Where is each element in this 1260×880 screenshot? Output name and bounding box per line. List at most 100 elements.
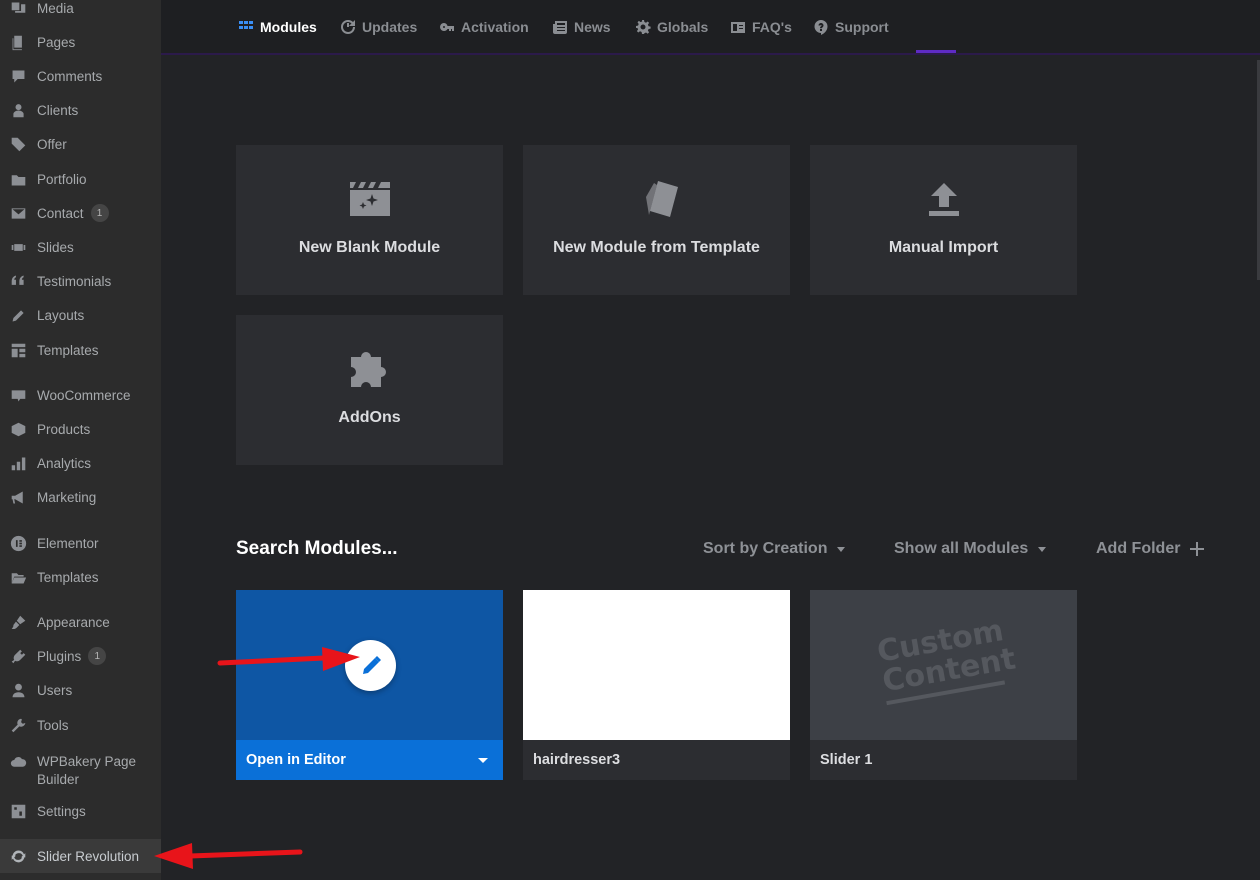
- module-card[interactable]: Custom Content Slider 1: [810, 590, 1077, 780]
- sidebar-item-analytics[interactable]: Analytics: [0, 448, 161, 478]
- sidebar-item-slider-revolution[interactable]: Slider Revolution: [0, 839, 161, 873]
- woocommerce-icon: [9, 386, 28, 405]
- puzzle-icon: [347, 349, 393, 389]
- key-icon: [440, 22, 454, 31]
- tab-globals[interactable]: Globals: [635, 0, 708, 53]
- sidebar-item-layouts[interactable]: Layouts: [0, 300, 161, 330]
- sidebar-item-clients[interactable]: Clients: [0, 95, 161, 125]
- edit-module-button[interactable]: [345, 640, 396, 691]
- module-card[interactable]: hairdresser3: [523, 590, 790, 780]
- faq-icon: [731, 21, 745, 33]
- sidebar-item-woocommerce[interactable]: WooCommerce: [0, 380, 161, 410]
- chevron-down-icon: [837, 546, 846, 552]
- chevron-down-icon[interactable]: [478, 758, 488, 763]
- new-module-from-template-card[interactable]: New Module from Template: [523, 145, 790, 295]
- tag-icon: [9, 135, 28, 154]
- module-title[interactable]: Slider 1: [810, 740, 1077, 780]
- tab-updates[interactable]: Updates: [340, 0, 417, 53]
- refresh-icon: [9, 847, 28, 866]
- module-card[interactable]: Open in Editor: [236, 590, 503, 780]
- sidebar-item-comments[interactable]: Comments: [0, 61, 161, 91]
- sidebar-item-media[interactable]: Media: [0, 0, 161, 23]
- module-thumbnail[interactable]: Custom Content: [810, 590, 1077, 740]
- sidebar-item-label: Offer: [37, 136, 67, 152]
- mail-icon: [9, 204, 28, 223]
- clients-icon: [9, 101, 28, 120]
- sidebar-item-label: Users: [37, 682, 73, 698]
- sidebar-item-label: Layouts: [37, 307, 85, 323]
- sidebar-item-label: Clients: [37, 102, 79, 118]
- template-cards-icon: [634, 179, 680, 219]
- tab-activation[interactable]: Activation: [439, 0, 529, 53]
- wrench-icon: [9, 716, 28, 735]
- chevron-down-icon: [1038, 546, 1047, 552]
- sidebar-item-slides[interactable]: Slides: [0, 232, 161, 262]
- sidebar-item-offer[interactable]: Offer: [0, 129, 161, 159]
- sort-dropdown[interactable]: Sort by Creation: [703, 540, 846, 558]
- sidebar-item-label: Templates: [37, 342, 99, 358]
- comments-icon: [9, 67, 28, 86]
- module-thumbnail[interactable]: [523, 590, 790, 740]
- add-folder-button[interactable]: Add Folder: [1096, 540, 1205, 558]
- sidebar-item-tools[interactable]: Tools: [0, 710, 161, 740]
- addons-card[interactable]: AddOns: [236, 315, 503, 465]
- tab-faqs[interactable]: FAQ's: [730, 0, 792, 53]
- filter-dropdown[interactable]: Show all Modules: [894, 540, 1047, 558]
- sidebar-item-plugins[interactable]: Plugins 1: [0, 641, 161, 671]
- tab-support[interactable]: Support: [813, 0, 889, 53]
- bar-chart-icon: [9, 454, 28, 473]
- sidebar-item-contact[interactable]: Contact 1: [0, 198, 161, 228]
- slides-icon: [9, 238, 28, 257]
- card-label: AddOns: [338, 409, 401, 426]
- cloud-icon: [9, 753, 28, 772]
- sidebar-item-label: Media: [37, 0, 74, 16]
- sidebar-item-wpbakery[interactable]: WPBakery Page Builder: [0, 748, 161, 792]
- sidebar-item-label: Marketing: [37, 489, 97, 505]
- sidebar-item-label: Products: [37, 421, 91, 437]
- open-in-editor-button[interactable]: Open in Editor: [236, 740, 503, 780]
- sidebar-item-users[interactable]: Users: [0, 675, 161, 705]
- module-title[interactable]: hairdresser3: [523, 740, 790, 780]
- sidebar-item-settings[interactable]: Settings: [0, 796, 161, 826]
- sidebar-item-portfolio[interactable]: Portfolio: [0, 164, 161, 194]
- sidebar-item-templates[interactable]: Templates: [0, 335, 161, 365]
- sidebar-item-label: Slides: [37, 239, 74, 255]
- upload-icon: [927, 179, 961, 219]
- media-icon: [9, 0, 28, 18]
- top-navigation: Modules Updates Activation News Globals …: [161, 0, 1260, 55]
- brush-icon: [9, 613, 28, 632]
- sidebar-item-label: Slider Revolution: [37, 848, 140, 864]
- pencil-icon: [9, 306, 28, 325]
- new-blank-module-card[interactable]: New Blank Module: [236, 145, 503, 295]
- search-modules-input[interactable]: Search Modules...: [236, 538, 398, 560]
- sidebar-item-appearance[interactable]: Appearance: [0, 607, 161, 637]
- sidebar-item-label: Settings: [37, 803, 86, 819]
- sidebar-item-pages[interactable]: Pages: [0, 27, 161, 57]
- news-icon: [553, 20, 567, 34]
- sidebar-item-elementor[interactable]: Elementor: [0, 528, 161, 558]
- folder-open-icon: [9, 568, 28, 587]
- sidebar-item-label: Testimonials: [37, 273, 112, 289]
- sidebar-item-label: Analytics: [37, 455, 92, 471]
- sidebar-item-marketing[interactable]: Marketing: [0, 482, 161, 512]
- sidebar-item-testimonials[interactable]: Testimonials: [0, 266, 161, 296]
- support-icon: [814, 19, 828, 35]
- sidebar-item-products[interactable]: Products: [0, 414, 161, 444]
- annotation-arrow: [154, 843, 303, 869]
- plugin-icon: [9, 647, 28, 666]
- sidebar-item-label: Plugins: [37, 648, 82, 664]
- sidebar-item-templates-2[interactable]: Templates: [0, 562, 161, 592]
- tab-modules[interactable]: Modules: [238, 0, 317, 53]
- updates-icon: [341, 19, 355, 34]
- clapperboard-icon: [348, 179, 392, 219]
- sidebar-item-label: Contact: [37, 205, 84, 221]
- sidebar-item-label: Tools: [37, 717, 69, 733]
- pages-icon: [9, 33, 28, 52]
- sidebar-item-label: Appearance: [37, 614, 110, 630]
- manual-import-card[interactable]: Manual Import: [810, 145, 1077, 295]
- notification-badge: 1: [90, 204, 109, 222]
- tab-news[interactable]: News: [552, 0, 611, 53]
- card-label: Manual Import: [888, 239, 999, 256]
- megaphone-icon: [9, 488, 28, 507]
- sidebar-item-label: Pages: [37, 34, 76, 50]
